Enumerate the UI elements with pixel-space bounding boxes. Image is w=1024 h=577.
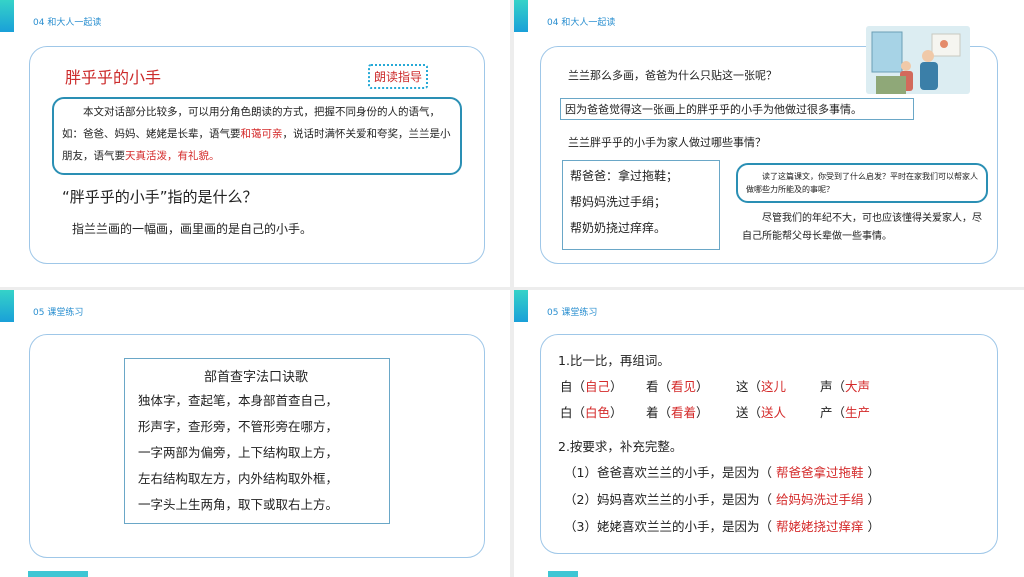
slide-exercises: 05 课堂练习 1.比一比，再组词。 自（自己） 看（看见） 这（这儿 声（大声…: [514, 290, 1024, 577]
word-item: 白（白色）: [560, 405, 623, 420]
word-item: 看（看见）: [646, 379, 709, 394]
rhyme-line: 独体字，查起笔，本身部首查自己，: [138, 393, 339, 408]
slide-header: 05 课堂练习: [33, 308, 84, 318]
rhyme-title: 部首查字法口诀歌: [203, 370, 308, 385]
list-item: 帮妈妈洗过手绢；: [570, 195, 667, 209]
word-item: 声（大声: [820, 379, 871, 394]
question-2: 兰兰胖乎乎的小手为家人做过哪些事情？: [568, 136, 766, 149]
slide-radical-rhyme: 05 课堂练习 部首查字法口诀歌 独体字，查起笔，本身部首查自己， 形声字，查形…: [0, 290, 510, 577]
reading-guide-tag: 朗读指导: [368, 64, 429, 89]
fill-item: （3）姥姥喜欢兰兰的小手，是因为（ 帮姥姥挠过痒痒 ）: [564, 519, 880, 534]
accent-bar: [514, 0, 528, 32]
slide-discussion: 04 和大人一起读 兰兰那么多画，爸爸为什么只贴这一张呢？ 因为爸爸觉得这一张画…: [514, 0, 1024, 287]
rhyme-line: 左右结构取左方，内外结构取外框，: [138, 471, 339, 486]
list-item: 帮奶奶挠过痒痒。: [570, 221, 667, 235]
slide-header: 04 和大人一起读: [547, 18, 616, 28]
answer-text: 指兰兰画的一幅画，画里画的是自己的小手。: [72, 222, 313, 236]
guide-paragraph: 本文对话部分比较多，可以用分角色朗读的方式，把握不同身份的人的语气，如：爸爸、妈…: [52, 97, 462, 175]
lesson-title: 胖乎乎的小手: [65, 68, 162, 87]
rhyme-line: 一字两部为偏旁，上下结构取上方，: [138, 445, 339, 460]
rhyme-line: 一字头上生两角，取下或取右上方。: [138, 497, 339, 512]
slide-header: 05 课堂练习: [547, 308, 598, 318]
section-1-title: 1.比一比，再组词。: [558, 353, 670, 368]
next-slide-strip: [548, 571, 578, 577]
fill-item: （2）妈妈喜欢兰兰的小手，是因为（ 给妈妈洗过手绢 ）: [564, 492, 880, 507]
question-text: “胖乎乎的小手”指的是什么？: [62, 188, 258, 206]
word-item: 这（这儿: [736, 379, 787, 394]
word-item: 着（看着）: [646, 405, 709, 420]
slide-header: 04 和大人一起读: [33, 18, 102, 28]
list-item: 帮爸爸：拿过拖鞋；: [570, 169, 679, 183]
section-2-title: 2.按要求，补充完整。: [558, 439, 683, 454]
fill-item: （1）爸爸喜欢兰兰的小手，是因为（ 帮爸爸拿过拖鞋 ）: [564, 465, 880, 480]
deeds-list: 帮爸爸：拿过拖鞋； 帮妈妈洗过手绢； 帮奶奶挠过痒痒。: [570, 163, 678, 241]
slide-reading-guide: 04 和大人一起读 胖乎乎的小手 朗读指导 本文对话部分比较多，可以用分角色朗读…: [0, 0, 510, 287]
family-photo: [866, 26, 970, 94]
hint-box: 读了这篇课文，你受到了什么启发？平时在家我们可以帮家人做哪些力所能及的事呢？: [736, 163, 988, 203]
accent-bar: [0, 0, 14, 32]
accent-bar: [514, 290, 528, 322]
accent-bar: [0, 290, 14, 322]
word-item: 产（生产: [820, 405, 871, 420]
hint-answer: 尽管我们的年纪不大，可也应该懂得关爱家人，尽自己所能帮父母长辈做一些事情。: [742, 213, 982, 242]
answer-1: 因为爸爸觉得这一张画上的胖乎乎的小手为他做过很多事情。: [565, 103, 862, 116]
rhyme-lines: 独体字，查起笔，本身部首查自己， 形声字，查形旁，不管形旁在哪方， 一字两部为偏…: [138, 388, 338, 518]
word-item: 送（送人: [736, 405, 787, 420]
question-1: 兰兰那么多画，爸爸为什么只贴这一张呢？: [568, 69, 777, 82]
next-slide-strip: [28, 571, 88, 577]
rhyme-line: 形声字，查形旁，不管形旁在哪方，: [138, 419, 339, 434]
word-item: 自（自己）: [560, 379, 623, 394]
